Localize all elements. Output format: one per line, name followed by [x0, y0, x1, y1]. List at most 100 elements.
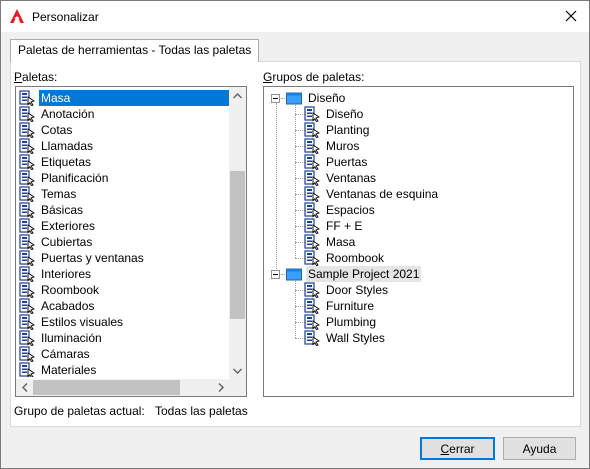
palette-list-item-label: Cotas — [41, 123, 73, 137]
palette-list-item[interactable]: Puertas y ventanas — [17, 250, 229, 266]
autodesk-logo-icon — [10, 9, 24, 23]
close-window-button[interactable] — [559, 4, 583, 28]
palette-tree-item-label: Furniture — [326, 299, 375, 313]
tab-all-palettes[interactable]: Paletas de herramientas - Todas las pale… — [10, 39, 260, 62]
palette-list-item[interactable]: Materiales — [17, 362, 229, 377]
palette-list-item-label: Anotación — [41, 107, 95, 121]
tool-palette-icon — [19, 186, 35, 202]
palette-tree-item[interactable]: Espacios — [304, 202, 377, 218]
palette-tree-item[interactable]: Diseño — [304, 106, 365, 122]
tool-palette-icon — [19, 154, 35, 170]
horizontal-scroll-thumb[interactable] — [33, 380, 180, 395]
palettes-label: Paletas: — [14, 70, 58, 84]
palette-list-item-label: Temas — [41, 187, 77, 201]
palette-group-icon — [286, 268, 302, 281]
palette-group-node[interactable]: Sample Project 2021 — [286, 266, 422, 282]
palette-groups-tree[interactable]: Diseño Diseño Planting Muros Puertas Ventanas… — [263, 86, 574, 397]
palette-tree-item[interactable]: Ventanas de esquina — [304, 186, 440, 202]
scroll-up-arrow[interactable] — [229, 87, 246, 104]
palette-groups-label: Grupos de paletas: — [263, 70, 365, 84]
palette-tree-item[interactable]: Plumbing — [304, 314, 378, 330]
palette-tree-item[interactable]: Furniture — [304, 298, 376, 314]
palettes-listbox[interactable]: Masa Anotación Cotas Llamadas Etiquetas Plani… — [15, 86, 247, 397]
palettes-vertical-scrollbar[interactable] — [229, 87, 246, 379]
palette-list-item[interactable]: Estilos visuales — [17, 314, 229, 330]
help-button[interactable]: Ayuda — [503, 437, 576, 460]
palette-list-item[interactable]: Exteriores — [17, 218, 229, 234]
palette-list-item[interactable]: Interiores — [17, 266, 229, 282]
palette-list-item[interactable]: Masa — [17, 90, 229, 106]
palette-tree-item[interactable]: Muros — [304, 138, 361, 154]
tool-palette-icon — [304, 250, 320, 266]
close-icon — [565, 10, 577, 22]
palette-tree-item-label: Masa — [326, 235, 356, 249]
scroll-right-arrow[interactable] — [212, 379, 229, 396]
tool-palette-icon — [304, 138, 320, 154]
palette-list-item[interactable]: Temas — [17, 186, 229, 202]
scrollbar-corner — [229, 379, 246, 396]
collapse-toggle[interactable] — [271, 270, 280, 279]
tool-palette-icon — [19, 362, 35, 377]
palette-list-item[interactable]: Anotación — [17, 106, 229, 122]
scroll-left-arrow[interactable] — [16, 379, 33, 396]
palette-list-item[interactable]: Iluminación — [17, 330, 229, 346]
tool-palette-icon — [304, 298, 320, 314]
palette-list-item[interactable]: Cámaras — [17, 346, 229, 362]
customize-dialog: Personalizar Paletas de herramientas - T… — [0, 0, 590, 469]
tool-palette-icon — [304, 218, 320, 234]
palette-tree-item[interactable]: Wall Styles — [304, 330, 387, 346]
palette-tree-item[interactable]: Roombook — [304, 250, 386, 266]
palette-tree-item[interactable]: FF + E — [304, 218, 364, 234]
palette-tree-item-label: Ventanas de esquina — [326, 187, 439, 201]
tool-palette-icon — [19, 330, 35, 346]
palette-list-item[interactable]: Etiquetas — [17, 154, 229, 170]
palette-list-item-label: Roombook — [41, 283, 100, 297]
palette-tree-item-label: Door Styles — [326, 283, 389, 297]
palette-list-item-label: Puertas y ventanas — [41, 251, 144, 265]
scroll-down-arrow[interactable] — [229, 362, 246, 379]
palette-tree-item-label: Puertas — [326, 155, 368, 169]
tool-palette-icon — [19, 250, 35, 266]
chevron-down-icon — [233, 368, 242, 374]
palette-tree-item-label: FF + E — [326, 219, 363, 233]
window-title: Personalizar — [32, 10, 99, 24]
close-button[interactable]: Cerrar — [420, 437, 495, 460]
palette-list-item[interactable]: Acabados — [17, 298, 229, 314]
tool-palette-icon — [19, 346, 35, 362]
tool-palette-icon — [19, 90, 35, 106]
collapse-toggle[interactable] — [271, 94, 280, 103]
palette-group-label: Sample Project 2021 — [306, 266, 422, 282]
palette-list-item[interactable]: Roombook — [17, 282, 229, 298]
palette-list-item-label: Cubiertas — [41, 235, 93, 249]
tool-palette-icon — [19, 298, 35, 314]
palette-tree-item[interactable]: Puertas — [304, 154, 369, 170]
palette-list-item[interactable]: Cotas — [17, 122, 229, 138]
palette-list-item-label: Iluminación — [41, 331, 102, 345]
palette-list-item[interactable]: Cubiertas — [17, 234, 229, 250]
palette-tree-item[interactable]: Planting — [304, 122, 371, 138]
tool-palette-icon — [19, 170, 35, 186]
tool-palette-icon — [304, 106, 320, 122]
tool-palette-icon — [304, 314, 320, 330]
tool-palette-icon — [19, 138, 35, 154]
chevron-right-icon — [218, 383, 224, 392]
tool-palette-icon — [19, 266, 35, 282]
palette-tree-item-label: Roombook — [326, 251, 385, 265]
chevron-up-icon — [233, 92, 242, 98]
palettes-horizontal-scrollbar[interactable] — [16, 379, 229, 396]
tool-palette-icon — [19, 202, 35, 218]
vertical-scroll-thumb[interactable] — [230, 171, 245, 319]
palette-tree-item[interactable]: Ventanas — [304, 170, 378, 186]
palette-list-item[interactable]: Básicas — [17, 202, 229, 218]
palette-list-item-label: Llamadas — [41, 139, 94, 153]
palette-tree-item[interactable]: Masa — [304, 234, 357, 250]
palette-list-item[interactable]: Planificación — [17, 170, 229, 186]
palette-tree-item[interactable]: Door Styles — [304, 282, 390, 298]
tree-connector — [276, 103, 277, 271]
palette-list-item-label: Exteriores — [41, 219, 96, 233]
palette-list-item[interactable]: Llamadas — [17, 138, 229, 154]
tool-palette-icon — [304, 234, 320, 250]
palette-tree-item-label: Muros — [326, 139, 360, 153]
palette-list-item-label: Cámaras — [41, 347, 90, 361]
tool-palette-icon — [304, 170, 320, 186]
